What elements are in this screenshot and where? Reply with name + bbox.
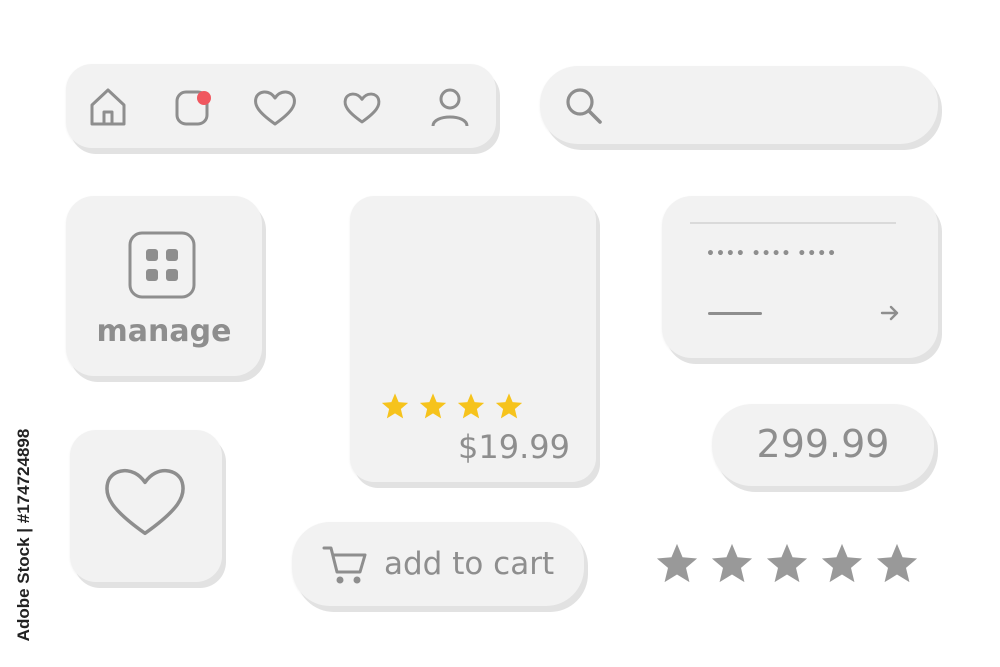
add-to-cart-label: add to cart — [384, 546, 555, 582]
cart-icon — [322, 544, 368, 586]
search-icon[interactable] — [564, 86, 604, 126]
manage-label: manage — [96, 314, 232, 349]
star-icon[interactable] — [764, 542, 810, 590]
star-icon[interactable] — [819, 542, 865, 590]
divider — [690, 222, 896, 224]
star-icon — [456, 392, 486, 425]
star-icon — [494, 392, 524, 425]
price-value: 299.99 — [756, 422, 890, 466]
manage-tile[interactable]: manage — [66, 196, 262, 376]
card-widget[interactable]: •••• •••• •••• — [662, 196, 938, 358]
home-icon[interactable] — [88, 86, 128, 128]
nav-bar — [66, 64, 496, 148]
favorite-tile[interactable] — [70, 430, 222, 582]
product-card[interactable]: $19.99 — [350, 196, 596, 482]
card-number-mask: •••• •••• •••• — [706, 246, 838, 262]
star-icon[interactable] — [654, 542, 700, 590]
product-price: $19.99 — [458, 428, 570, 466]
grid-icon — [127, 230, 197, 300]
heart-icon[interactable] — [252, 88, 298, 128]
price-pill[interactable]: 299.99 — [712, 404, 934, 486]
user-icon[interactable] — [430, 86, 470, 128]
star-icon[interactable] — [874, 542, 920, 590]
heart-outline-icon[interactable] — [342, 90, 382, 126]
star-icon — [418, 392, 448, 425]
notification-badge — [197, 91, 211, 105]
heart-icon — [100, 462, 190, 542]
arrow-right-icon[interactable] — [880, 304, 900, 322]
star-icon[interactable] — [709, 542, 755, 590]
placeholder-line — [708, 312, 762, 315]
star-icon — [380, 392, 410, 425]
search-bar[interactable] — [540, 66, 938, 144]
watermark-text: Adobe Stock | #174724898 — [14, 420, 34, 650]
add-to-cart-button[interactable]: add to cart — [292, 522, 584, 606]
watermark-label: Adobe Stock | #174724898 — [14, 428, 33, 642]
